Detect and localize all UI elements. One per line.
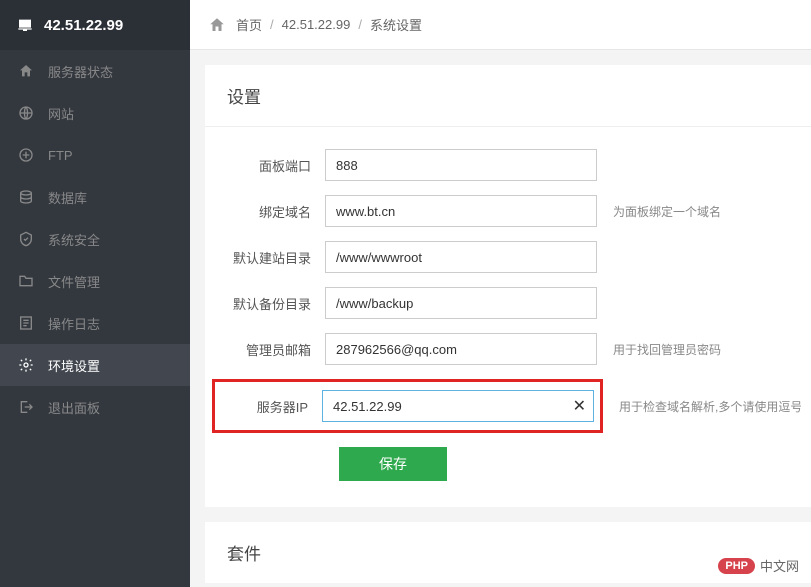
shield-icon [18, 231, 34, 247]
sidebar-item-ftp[interactable]: FTP [0, 134, 190, 176]
input-ip[interactable] [322, 390, 594, 422]
ftp-icon [18, 147, 34, 163]
row-port: 面板端口 [215, 149, 801, 181]
input-site[interactable] [325, 241, 597, 273]
row-backup: 默认备份目录 [215, 287, 801, 319]
sidebar-item-db[interactable]: 数据库 [0, 176, 190, 218]
row-domain: 绑定域名 为面板绑定一个域名 [215, 195, 801, 227]
app-root: 42.51.22.99 服务器状态 网站 FTP 数据库 [0, 0, 811, 587]
settings-panel: 设置 面板端口 绑定域名 为面板绑定一个域名 默认建站目录 [205, 65, 811, 507]
input-email[interactable] [325, 333, 597, 365]
breadcrumb: 首页 / 42.51.22.99 / 系统设置 [190, 0, 811, 50]
brand-bar: 42.51.22.99 [0, 0, 190, 50]
sidebar-item-status[interactable]: 服务器状态 [0, 50, 190, 92]
breadcrumb-home[interactable]: 首页 [236, 15, 262, 34]
input-wrap-ip: ✕ [322, 390, 594, 422]
sidebar-item-files[interactable]: 文件管理 [0, 260, 190, 302]
label-site: 默认建站目录 [215, 248, 325, 267]
panel-body: 面板端口 绑定域名 为面板绑定一个域名 默认建站目录 默认备份目录 [205, 127, 811, 507]
sidebar-item-label: 网站 [48, 104, 74, 123]
highlight-box: 服务器IP ✕ [212, 379, 603, 433]
input-domain[interactable] [325, 195, 597, 227]
database-icon [18, 189, 34, 205]
breadcrumb-sep: / [358, 17, 362, 32]
footer-brand: PHP 中文网 [718, 556, 799, 575]
globe-icon [18, 105, 34, 121]
label-port: 面板端口 [215, 156, 325, 175]
label-ip: 服务器IP [215, 397, 322, 416]
breadcrumb-sep: / [270, 17, 274, 32]
folder-icon [18, 273, 34, 289]
breadcrumb-ip[interactable]: 42.51.22.99 [282, 17, 351, 32]
panel-title: 设置 [205, 65, 811, 127]
sidebar-item-label: FTP [48, 148, 73, 163]
row-email: 管理员邮箱 用于找回管理员密码 [215, 333, 801, 365]
hint-domain: 为面板绑定一个域名 [613, 203, 721, 220]
sidebar-item-settings[interactable]: 环境设置 [0, 344, 190, 386]
gear-icon [18, 357, 34, 373]
save-button[interactable]: 保存 [339, 447, 447, 481]
sidebar-item-label: 退出面板 [48, 398, 100, 417]
exit-icon [18, 399, 34, 415]
sidebar-item-label: 操作日志 [48, 314, 100, 333]
input-backup[interactable] [325, 287, 597, 319]
dashboard-icon [18, 63, 34, 79]
label-backup: 默认备份目录 [215, 294, 325, 313]
log-icon [18, 315, 34, 331]
clear-icon[interactable]: ✕ [573, 396, 586, 416]
home-icon [208, 16, 226, 34]
hint-ip: 用于检查域名解析,多个请使用逗号隔 [619, 398, 801, 415]
sidebar-item-label: 系统安全 [48, 230, 100, 249]
row-site: 默认建站目录 [215, 241, 801, 273]
sidebar-item-security[interactable]: 系统安全 [0, 218, 190, 260]
hint-email: 用于找回管理员密码 [613, 341, 721, 358]
sidebar: 42.51.22.99 服务器状态 网站 FTP 数据库 [0, 0, 190, 587]
main-area: 首页 / 42.51.22.99 / 系统设置 设置 面板端口 绑定域名 为面板… [190, 0, 811, 587]
input-port[interactable] [325, 149, 597, 181]
label-email: 管理员邮箱 [215, 340, 325, 359]
label-domain: 绑定域名 [215, 202, 325, 221]
sidebar-item-label: 服务器状态 [48, 62, 113, 81]
sidebar-item-label: 文件管理 [48, 272, 100, 291]
sidebar-item-logs[interactable]: 操作日志 [0, 302, 190, 344]
footer-text: 中文网 [760, 556, 799, 575]
php-badge: PHP [718, 558, 755, 574]
monitor-icon [16, 17, 34, 33]
sidebar-item-web[interactable]: 网站 [0, 92, 190, 134]
row-ip: 服务器IP ✕ 用于检查域名解析,多个请使用逗号隔 [215, 379, 801, 433]
breadcrumb-page: 系统设置 [370, 15, 422, 34]
brand-title: 42.51.22.99 [44, 17, 123, 34]
sidebar-item-label: 环境设置 [48, 356, 100, 375]
sidebar-item-exit[interactable]: 退出面板 [0, 386, 190, 428]
sidebar-item-label: 数据库 [48, 188, 87, 207]
